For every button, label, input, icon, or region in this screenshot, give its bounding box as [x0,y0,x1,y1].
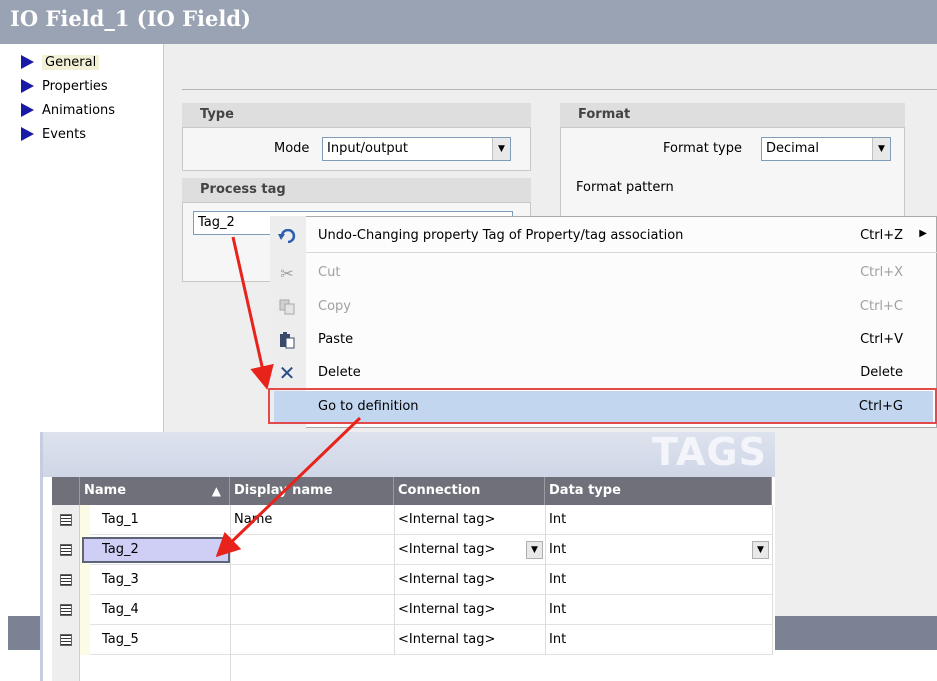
annotation-arrow [215,416,362,558]
annotation-arrow [231,236,274,390]
annotation-arrows [215,236,362,558]
